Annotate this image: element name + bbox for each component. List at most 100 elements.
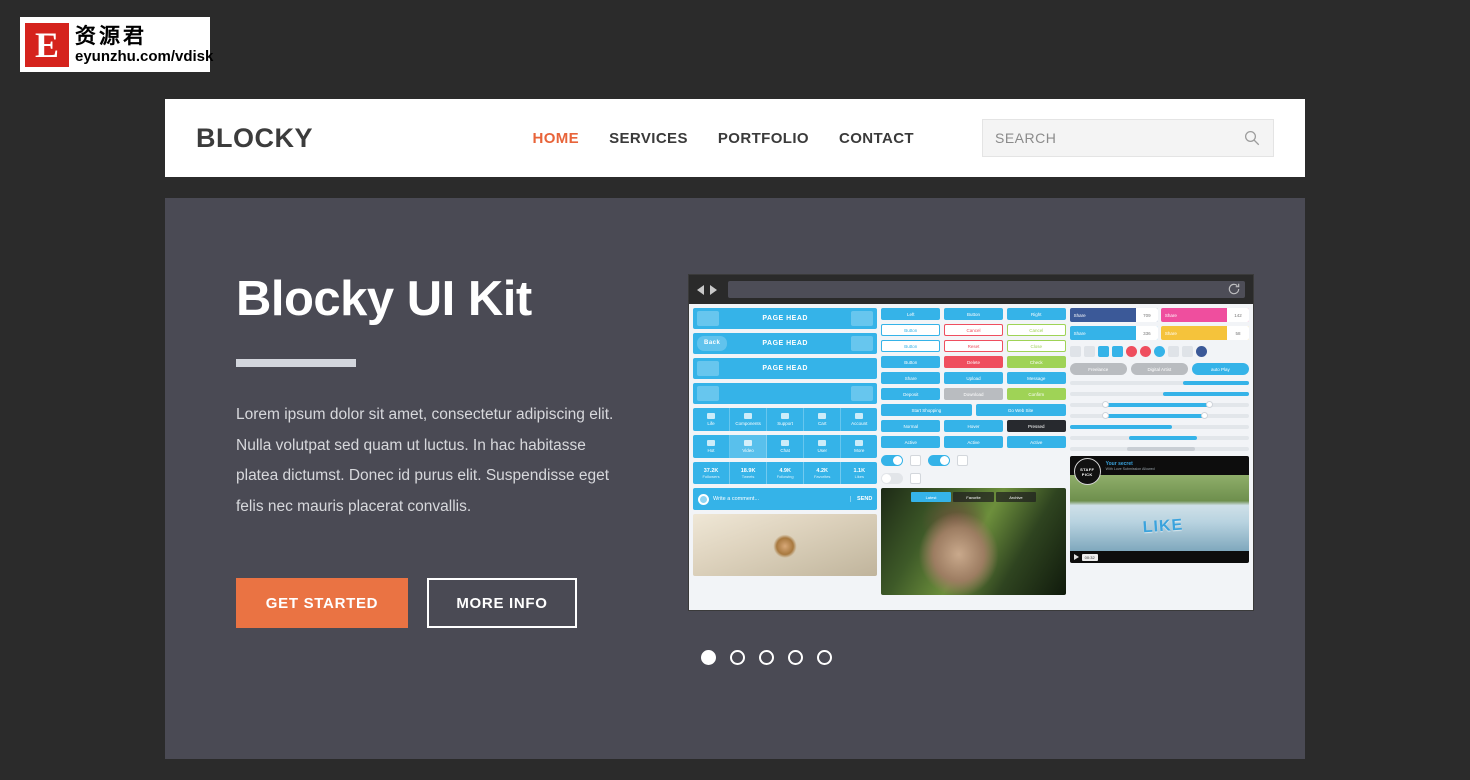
uikit-message-button[interactable]: Message [1006, 372, 1066, 384]
uikit-slider-2[interactable] [1069, 390, 1249, 397]
uikit-tab2-1[interactable]: Video [730, 435, 768, 458]
carousel-dot-1[interactable] [701, 650, 716, 665]
dribbble-share-button[interactable]: Share 142 [1160, 308, 1249, 322]
checkbox-unchecked-2[interactable] [957, 455, 969, 466]
uikit-state-hover[interactable]: Hover [944, 420, 1003, 432]
uikit-tab-1[interactable]: Components [730, 408, 768, 431]
arrow-right-icon[interactable] [710, 284, 717, 295]
nav-link-contact[interactable]: CONTACT [839, 130, 914, 147]
slider-handle-right[interactable] [1200, 412, 1208, 419]
uikit-progress-3 [1069, 445, 1249, 452]
slider-handle-right[interactable] [1205, 401, 1213, 408]
nav-link-portfolio[interactable]: PORTFOLIO [718, 130, 809, 147]
uikit-tab-2[interactable]: Support [767, 408, 805, 431]
url-input[interactable] [728, 281, 1245, 298]
uikit-upload-button[interactable]: Upload [944, 372, 1003, 384]
carousel-dot-4[interactable] [788, 650, 803, 665]
dribbble-share-count: 142 [1227, 308, 1249, 322]
vk-icon[interactable] [1195, 346, 1207, 357]
uikit-state-active-2[interactable]: Active [1006, 436, 1066, 448]
uikit-slider-3[interactable] [1069, 401, 1249, 408]
photo-tab-archive[interactable]: Archive [995, 492, 1037, 502]
uikit-slider-1[interactable] [1069, 379, 1249, 386]
youtube-share-button[interactable]: Share 336 [1069, 326, 1158, 340]
play-icon[interactable] [1073, 554, 1079, 560]
twitter-icon[interactable] [1069, 346, 1081, 357]
uikit-state-normal[interactable]: Normal [881, 420, 941, 432]
uikit-button-right[interactable]: Right [1006, 308, 1066, 320]
uikit-button-center[interactable]: Button [944, 308, 1003, 320]
uikit-outline-button-2[interactable]: Cancel [1006, 324, 1066, 336]
pinterest-icon[interactable] [1125, 346, 1137, 357]
uikit-tab2-3[interactable]: User [804, 435, 842, 458]
more-info-button[interactable]: MORE INFO [427, 578, 577, 629]
slider-handle-left[interactable] [1101, 401, 1109, 408]
uikit-share-button[interactable]: Share [881, 372, 941, 384]
uikit-solid-button-2[interactable]: Check [1006, 356, 1066, 368]
reload-icon[interactable] [1227, 282, 1241, 296]
uikit-tab2-4[interactable]: More [841, 435, 877, 458]
uikit-state-active-0[interactable]: Active [881, 436, 941, 448]
uikit-tab-0[interactable]: Life [693, 408, 731, 431]
uikit-outline-button-5[interactable]: Close [1006, 340, 1066, 352]
uikit-solid-button-1[interactable]: Delete [944, 356, 1003, 368]
uikit-deposit-button[interactable]: Deposit [881, 388, 941, 400]
uikit-outline-button-0[interactable]: Button [881, 324, 941, 336]
nav-link-home[interactable]: HOME [532, 130, 579, 147]
uikit-back-button[interactable]: Back [697, 336, 728, 351]
carousel-dots [701, 650, 1254, 665]
uikit-toggle-row-2 [881, 470, 1065, 484]
uikit-tab-3[interactable]: Cart [804, 408, 842, 431]
search-box[interactable] [982, 119, 1274, 157]
uikit-slider-4[interactable] [1069, 412, 1249, 419]
uikit-go-website-button[interactable]: Go Web Site [975, 404, 1066, 416]
uikit-button-left[interactable]: Left [881, 308, 941, 320]
tag-freelance[interactable]: Freelance [1069, 363, 1127, 375]
linkedin-icon[interactable] [1097, 346, 1109, 357]
tag-auto-play[interactable]: auto Play [1191, 363, 1249, 375]
tag-digital-artist[interactable]: Digital Artist [1130, 363, 1188, 375]
uikit-comment-bar[interactable]: Write a comment... SEND [693, 488, 878, 510]
brand-logo[interactable]: BLOCKY [196, 123, 313, 154]
uikit-start-shopping-button[interactable]: Start Shopping [881, 404, 972, 416]
search-icon[interactable] [1243, 129, 1261, 147]
dribbble-icon[interactable] [1153, 346, 1165, 357]
nav-link-services[interactable]: SERVICES [609, 130, 688, 147]
uikit-solid-button-0[interactable]: Button [881, 356, 941, 368]
uikit-preview: PAGE HEAD Back PAGE HEAD PAGE HEAD Life … [689, 304, 1253, 610]
behance-share-button[interactable]: Share 58 [1160, 326, 1249, 340]
uikit-state-pressed[interactable]: Pressed [1006, 420, 1066, 432]
carousel-dot-3[interactable] [759, 650, 774, 665]
facebook-icon[interactable] [1083, 346, 1095, 357]
uikit-outline-button-3[interactable]: Button [881, 340, 941, 352]
slider-handle-left[interactable] [1101, 412, 1109, 419]
photo-tab-latest[interactable]: Latest [910, 492, 952, 502]
arrow-left-icon[interactable] [697, 284, 704, 295]
carousel-dot-5[interactable] [817, 650, 832, 665]
youtube-icon[interactable] [1139, 346, 1151, 357]
send-button[interactable]: SEND [850, 496, 872, 502]
toggle-switch-off[interactable] [881, 473, 904, 484]
toggle-switch-on[interactable] [881, 455, 904, 466]
uikit-outline-button-1[interactable]: Cancel [944, 324, 1003, 336]
carousel-dot-2[interactable] [730, 650, 745, 665]
uikit-download-button[interactable]: Download [944, 388, 1003, 400]
tab-icon [855, 440, 864, 446]
rss-icon[interactable] [1167, 346, 1179, 357]
uikit-tab2-2[interactable]: Chat [767, 435, 805, 458]
uikit-tab2-0[interactable]: Hot [693, 435, 731, 458]
uikit-outline-button-4[interactable]: Reset [944, 340, 1003, 352]
get-started-button[interactable]: GET STARTED [236, 578, 408, 629]
checkbox-unchecked-3[interactable] [910, 473, 922, 484]
facebook-share-button[interactable]: Share 709 [1069, 308, 1158, 322]
uikit-confirm-button[interactable]: Confirm [1006, 388, 1066, 400]
toggle-switch-on-2[interactable] [928, 455, 951, 466]
search-input[interactable] [995, 130, 1243, 146]
mail-icon[interactable] [1181, 346, 1193, 357]
photo-tab-favorite[interactable]: Favorite [953, 492, 994, 502]
checkbox-unchecked[interactable] [910, 455, 922, 466]
comment-input[interactable]: Write a comment... [713, 496, 846, 502]
uikit-tab-4[interactable]: Account [841, 408, 877, 431]
uikit-state-active-1[interactable]: Active [944, 436, 1003, 448]
instagram-icon[interactable] [1111, 346, 1123, 357]
